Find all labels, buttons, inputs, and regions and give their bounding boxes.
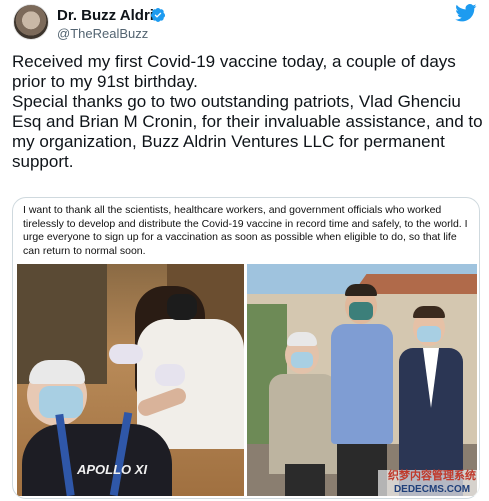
- media-card[interactable]: I want to thank all the scientists, heal…: [12, 197, 480, 499]
- shirt-text: APOLLO XI: [77, 462, 148, 477]
- handle[interactable]: @TheRealBuzz: [57, 26, 148, 41]
- tweet: Dr. Buzz Aldrin @TheRealBuzz Received my…: [0, 0, 489, 501]
- watermark-line-2: DEDECMS.COM: [393, 484, 471, 495]
- statement-text: I want to thank all the scientists, heal…: [23, 204, 468, 257]
- tweet-line-1: Received my first Covid-19 vaccine today…: [12, 52, 456, 91]
- twitter-bird-icon[interactable]: [455, 4, 477, 22]
- avatar[interactable]: [13, 4, 49, 40]
- tweet-line-2: Special thanks go to two outstanding pat…: [12, 92, 483, 171]
- watermark-line-1: 织梦内容管理系统: [388, 470, 476, 482]
- tweet-text: Received my first Covid-19 vaccine today…: [12, 52, 484, 172]
- display-name[interactable]: Dr. Buzz Aldrin: [57, 7, 163, 24]
- watermark: 织梦内容管理系统 DEDECMS.COM: [378, 470, 486, 496]
- verified-badge-icon: [151, 8, 166, 22]
- group-photo[interactable]: [247, 264, 477, 496]
- vaccination-photo[interactable]: APOLLO XI: [17, 264, 244, 496]
